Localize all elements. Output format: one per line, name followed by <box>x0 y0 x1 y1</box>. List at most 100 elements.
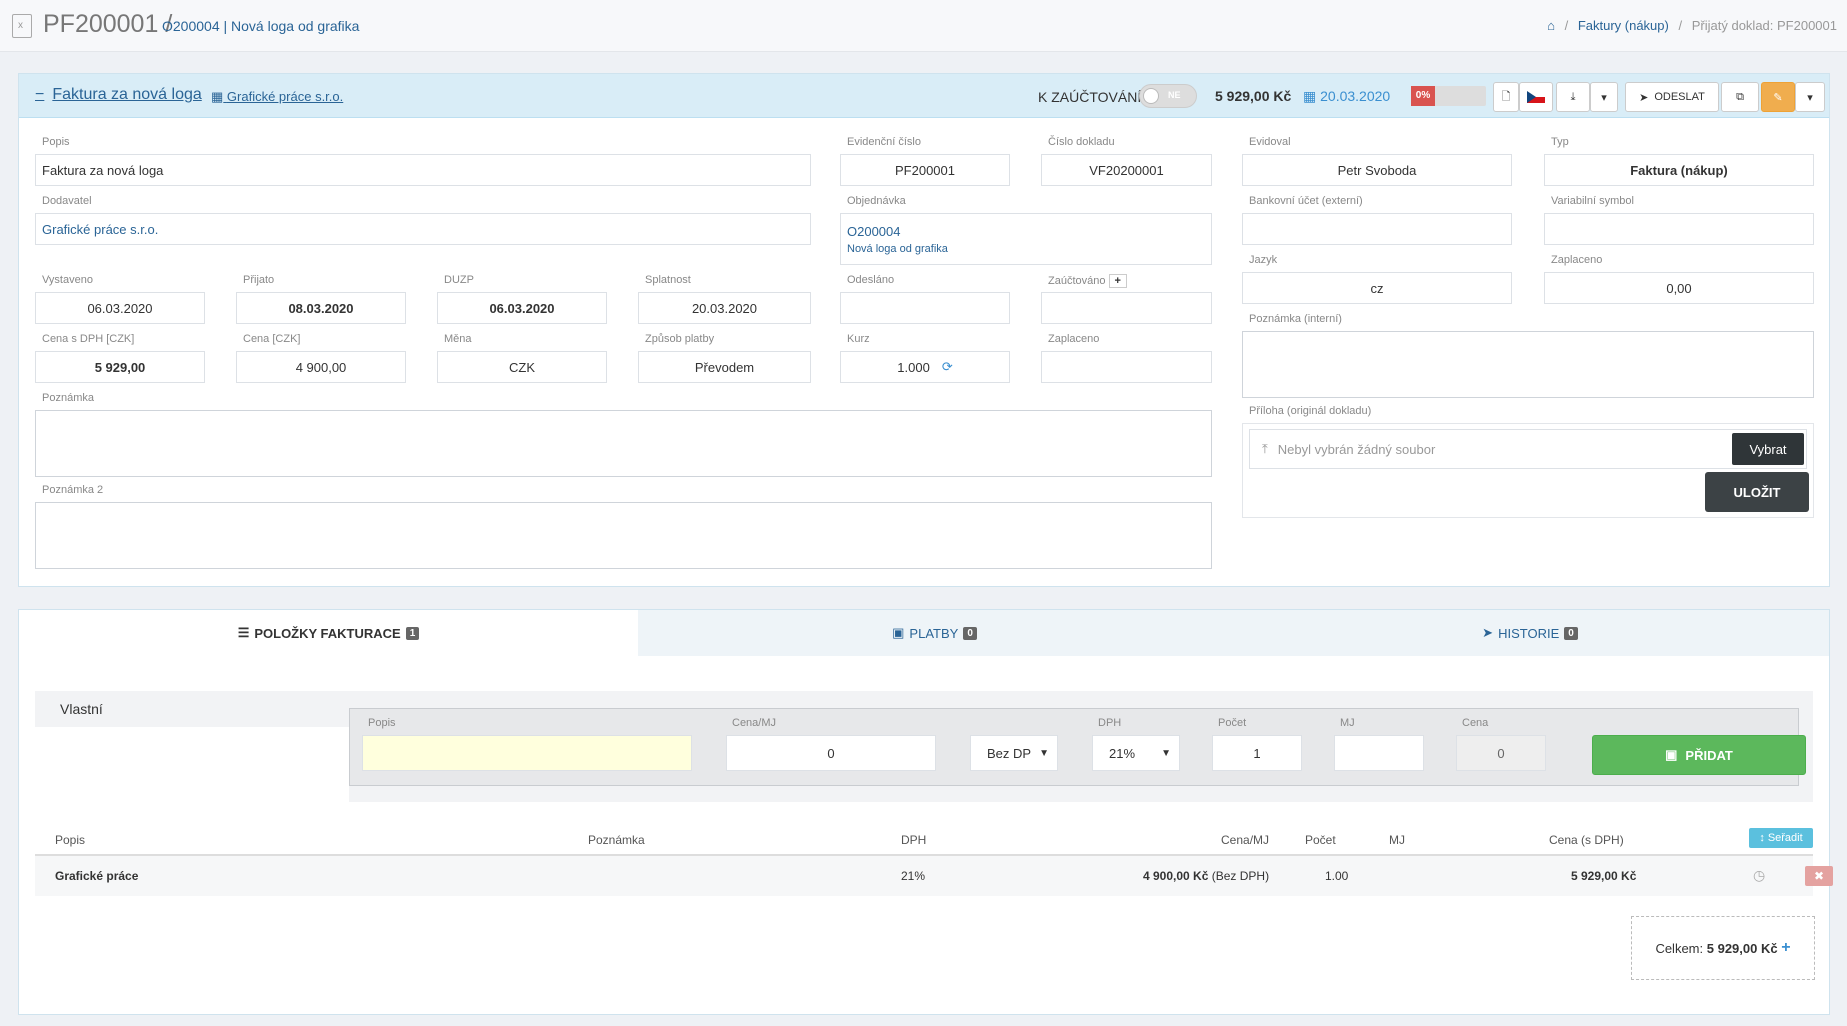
panel-header: − Faktura za nová loga ▦ Grafické práce s… <box>19 74 1829 118</box>
form-dph-label: DPH <box>1098 717 1122 729</box>
dodavatel-label: Dodavatel <box>42 195 92 207</box>
form-cena-label: Cena <box>1462 717 1489 729</box>
mena-label: Měna <box>444 333 472 345</box>
vystaveno-field[interactable]: 06.03.2020 <box>35 292 205 324</box>
form-dph-type-select[interactable]: Bez DPH▼ <box>970 735 1058 771</box>
bank-field[interactable] <box>1242 213 1512 245</box>
language-button[interactable] <box>1519 82 1553 112</box>
list-icon: ☰ <box>237 625 250 640</box>
accounting-toggle[interactable]: NE <box>1139 84 1197 108</box>
invoice-file-icon <box>12 14 32 38</box>
objednavka-link[interactable]: O200004 <box>847 224 901 239</box>
col-pocet: Počet <box>1305 833 1336 847</box>
poznamka2-label: Poznámka 2 <box>42 484 104 496</box>
kurz-label: Kurz <box>847 333 870 345</box>
plus-icon[interactable]: + <box>1108 274 1127 288</box>
plus-icon[interactable]: + <box>1781 939 1790 957</box>
collapse-icon[interactable]: − <box>35 86 44 103</box>
evidoval-field[interactable]: Petr Svoboda <box>1242 154 1512 186</box>
splatnost-field[interactable]: 20.03.2020 <box>638 292 811 324</box>
item-source-label: Vlastní <box>35 691 335 727</box>
paper-plane-icon: ➤ <box>1482 625 1494 640</box>
odeslano-field[interactable] <box>840 292 1010 324</box>
zpusob-label: Způsob platby <box>645 333 715 345</box>
page-subtitle: O200004 | Nová loga od grafika <box>162 18 360 34</box>
cislo-dokladu-label: Číslo dokladu <box>1048 136 1115 148</box>
home-icon[interactable]: ⌂ <box>1547 18 1555 33</box>
cena-dph-field[interactable]: 5 929,00 <box>35 351 205 383</box>
zauctovano-field[interactable] <box>1041 292 1212 324</box>
dodavatel-field[interactable]: Grafické práce s.r.o. <box>35 213 811 245</box>
items-panel: ☰ POLOŽKY FAKTURACE 1 ▣ PLATBY 0 ➤ HISTORIE 0 … <box>18 609 1833 1015</box>
send-button[interactable]: ➤ ODESLAT <box>1625 82 1719 112</box>
zaplaceno-r-field[interactable]: 0,00 <box>1544 272 1814 304</box>
cena-dph-label: Cena s DPH [CZK] <box>42 333 135 345</box>
cislo-dokladu-field[interactable]: VF20200001 <box>1041 154 1212 186</box>
zaplaceno-r-label: Zaplaceno <box>1551 254 1603 266</box>
download-dropdown[interactable]: ▾ <box>1590 82 1618 112</box>
total-amount: 5 929,00 Kč <box>1215 88 1292 104</box>
panel-title[interactable]: − Faktura za nová loga <box>35 86 202 104</box>
prijato-field[interactable]: 08.03.2020 <box>236 292 406 324</box>
file-input[interactable]: ⤒ Nebyl vybrán žádný soubor <box>1249 429 1807 469</box>
form-popis-label: Popis <box>368 717 396 729</box>
clock-icon[interactable]: ◷ <box>1753 867 1765 884</box>
zpusob-field[interactable]: Převodem <box>638 351 811 383</box>
choose-file-button[interactable]: Vybrat <box>1732 433 1804 465</box>
delete-row-button[interactable]: ✖ <box>1805 866 1833 886</box>
poznamka-int-textarea[interactable] <box>1242 331 1814 398</box>
prijato-label: Přijato <box>243 274 275 286</box>
form-cena-mj-label: Cena/MJ <box>732 717 777 729</box>
pdf-button[interactable]: 🗋 <box>1493 82 1519 112</box>
breadcrumb-invoices[interactable]: Faktury (nákup) <box>1578 18 1669 33</box>
vs-field[interactable] <box>1544 213 1814 245</box>
download-button[interactable]: ⤓ <box>1556 82 1590 112</box>
tab-history[interactable]: ➤ HISTORIE 0 <box>1231 610 1829 656</box>
form-pocet-input[interactable]: 1 <box>1212 735 1302 771</box>
form-dph-select[interactable]: 21% ▼ <box>1092 735 1180 771</box>
poznamka2-textarea[interactable] <box>35 502 1212 569</box>
row-cena-mj: 4 900,00 Kč (Bez DPH) <box>1143 869 1270 883</box>
poznamka-textarea[interactable] <box>35 410 1212 477</box>
duzp-field[interactable]: 06.03.2020 <box>437 292 607 324</box>
jazyk-field[interactable]: cz <box>1242 272 1512 304</box>
form-cena-mj-input[interactable]: 0 <box>726 735 936 771</box>
mena-field[interactable]: CZK <box>437 351 607 383</box>
form-popis-input[interactable] <box>362 735 692 771</box>
form-mj-input[interactable] <box>1334 735 1424 771</box>
typ-field[interactable]: Faktura (nákup) <box>1544 154 1814 186</box>
page-header: PF200001 / O200004 | Nová loga od grafik… <box>0 0 1847 52</box>
refresh-icon[interactable]: ⟳ <box>942 359 953 375</box>
evidencni-field[interactable]: PF200001 <box>840 154 1010 186</box>
tab-items[interactable]: ☰ POLOŽKY FAKTURACE 1 <box>19 610 638 656</box>
col-popis: Popis <box>55 833 86 847</box>
col-dph: DPH <box>901 833 927 847</box>
pencil-icon: ✎ <box>1773 91 1783 104</box>
more-dropdown[interactable]: ▾ <box>1795 82 1825 112</box>
objednavka-label: Objednávka <box>847 195 906 207</box>
odeslano-label: Odesláno <box>847 274 895 286</box>
popis-field[interactable]: Faktura za nová loga <box>35 154 811 186</box>
invoice-panel: − Faktura za nová loga ▦ Grafické práce s… <box>18 73 1830 587</box>
form-cena-input: 0 <box>1456 735 1546 771</box>
copy-button[interactable]: ⧉ <box>1721 82 1759 112</box>
tab-payments[interactable]: ▣ PLATBY 0 <box>638 610 1231 656</box>
col-cena-dph: Cena (s DPH) <box>1549 833 1624 847</box>
download-icon: ⤓ <box>1570 90 1576 103</box>
order-link[interactable]: O200004 <box>162 18 220 34</box>
kurz-field[interactable]: 1.000 ⟳ <box>840 351 1010 383</box>
side-blank <box>35 727 349 802</box>
col-poznamka: Poznámka <box>588 833 645 847</box>
edit-button[interactable]: ✎ <box>1761 82 1795 112</box>
add-item-form: Popis Cena/MJ 0 Bez DPH▼ DPH 21%▼ Počet … <box>349 708 1806 786</box>
supplier-link[interactable]: ▦ Grafické práce s.r.o. <box>211 89 343 105</box>
save-button[interactable]: ULOŽIT <box>1705 472 1809 512</box>
sort-button[interactable]: ↕ Seřadit <box>1749 828 1813 848</box>
cena-label: Cena [CZK] <box>243 333 301 345</box>
due-date: ▦ 20.03.2020 <box>1303 88 1391 104</box>
total-value: 5 929,00 Kč <box>1706 940 1778 956</box>
add-item-button[interactable]: ▣ PŘIDAT <box>1592 735 1806 775</box>
zaplaceno-field[interactable] <box>1041 351 1212 383</box>
objednavka-field[interactable]: O200004 Nová loga od grafika <box>840 213 1212 265</box>
cena-field[interactable]: 4 900,00 <box>236 351 406 383</box>
